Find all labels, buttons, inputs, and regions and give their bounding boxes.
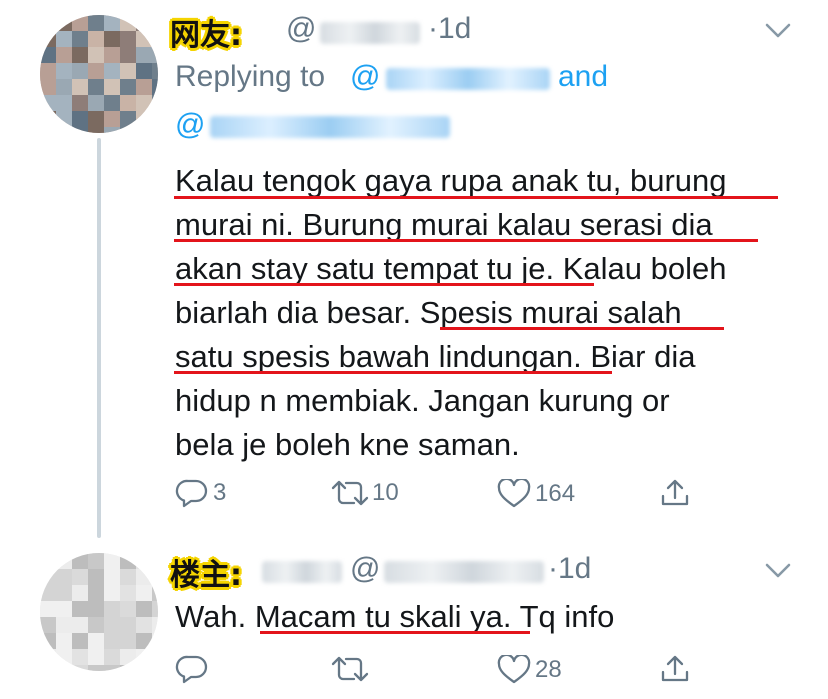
chevron-down-icon[interactable] — [764, 22, 792, 40]
highlight-underline — [174, 239, 758, 242]
highlight-underline — [174, 196, 778, 199]
retweet-icon — [331, 656, 369, 682]
share-button[interactable] — [659, 477, 691, 509]
tweet-line: bela je boleh kne saman. — [175, 427, 520, 462]
label-op-tag: 楼主: — [170, 558, 242, 593]
user-handle[interactable]: @ — [286, 12, 316, 46]
like-button[interactable]: 28 — [497, 655, 562, 685]
avatar[interactable] — [40, 15, 158, 133]
tweet-line: hidup n membiak. Jangan kurung or — [175, 383, 670, 418]
tweet-timestamp[interactable]: ·1d — [428, 12, 471, 46]
retweet-icon — [331, 480, 369, 506]
reply-button[interactable]: 3 — [175, 478, 226, 508]
replying-handle-2[interactable]: @ — [175, 108, 205, 142]
highlight-underline — [440, 327, 724, 330]
share-button[interactable] — [659, 653, 691, 685]
heart-icon — [497, 655, 531, 684]
thread-connector-line — [97, 138, 101, 538]
retweet-button[interactable]: 10 — [330, 479, 399, 507]
tweet-text-prefix: Wah. — [175, 599, 255, 634]
tweet-text-highlight: Macam tu skali ya — [254, 599, 503, 634]
user-handle[interactable]: @ — [350, 552, 380, 586]
like-button[interactable]: 164 — [497, 479, 575, 509]
reply-count: 3 — [213, 479, 227, 506]
redacted-handle — [320, 22, 420, 44]
retweet-button[interactable] — [330, 655, 370, 683]
like-count: 28 — [535, 656, 562, 683]
share-icon — [661, 655, 689, 682]
chevron-down-icon[interactable] — [764, 562, 792, 580]
share-icon — [661, 479, 689, 506]
replying-and-label: and — [558, 60, 609, 93]
label-netizen-tag: 网友: — [170, 18, 242, 53]
redacted-handle — [386, 68, 550, 90]
heart-icon — [497, 479, 531, 508]
redacted-display-name — [262, 561, 342, 583]
retweet-count: 10 — [372, 479, 399, 506]
redacted-handle — [384, 561, 544, 583]
highlight-underline — [260, 631, 530, 634]
highlight-underline — [174, 283, 594, 286]
highlight-underline — [174, 371, 612, 374]
avatar[interactable] — [40, 553, 158, 671]
reply-icon — [175, 479, 208, 508]
tweet-text-suffix: . Tq info — [502, 599, 615, 634]
reply-icon — [175, 655, 208, 684]
tweet-timestamp[interactable]: ·1d — [548, 552, 591, 586]
replying-to-label: Replying to — [175, 60, 326, 93]
redacted-handle — [210, 116, 450, 138]
replying-handle-1[interactable]: @ — [350, 60, 380, 94]
like-count: 164 — [535, 480, 576, 507]
reply-button[interactable] — [175, 654, 209, 684]
